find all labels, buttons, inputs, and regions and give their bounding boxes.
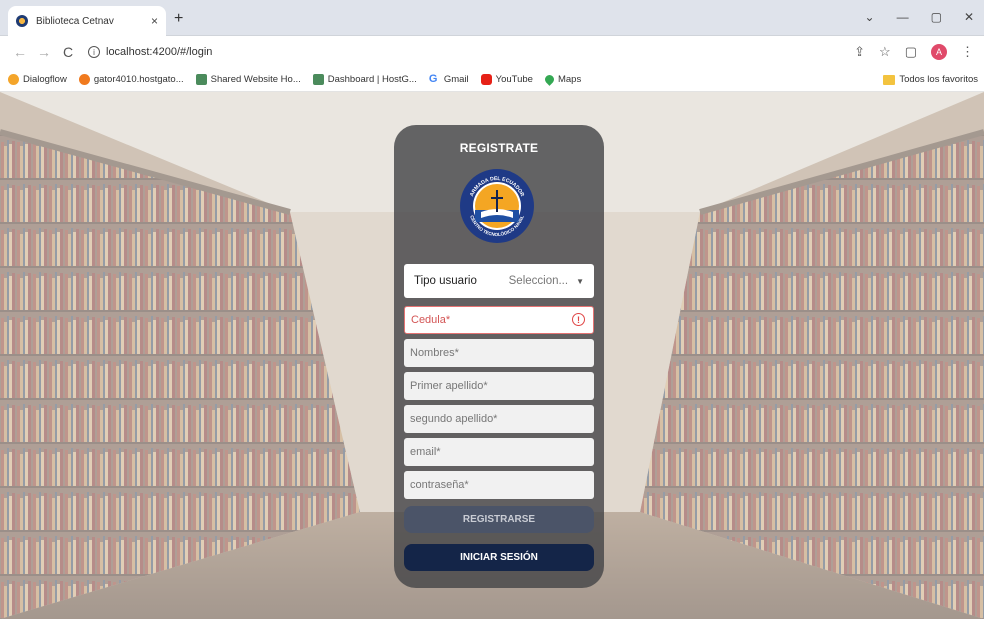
armada-ecuador-logo: ARMADA DEL ECUADOR CENTRO TECNOLÓGICO NA…	[460, 169, 534, 243]
share-icon[interactable]: ⇪	[854, 44, 865, 60]
error-icon: !	[572, 313, 585, 326]
site-info-icon[interactable]: i	[88, 46, 100, 58]
login-button[interactable]: INICIAR SESIÓN	[404, 544, 594, 571]
hostgator-gator-icon	[312, 74, 324, 85]
cedula-placeholder: Cedula*	[411, 314, 451, 326]
tipo-usuario-select[interactable]: Tipo usuario Seleccion... ▼	[404, 264, 594, 298]
register-button[interactable]: REGISTRARSE	[404, 506, 594, 533]
tab-search-icon[interactable]: ⌄	[865, 10, 875, 24]
bookmark-label: Dashboard | HostG...	[327, 74, 417, 85]
tipo-usuario-value: Seleccion...	[508, 275, 569, 287]
nombres-placeholder: Nombres*	[410, 347, 459, 359]
tipo-usuario-label: Tipo usuario	[414, 275, 477, 287]
bookmark-shared-website[interactable]: Shared Website Ho...	[195, 74, 301, 85]
browser-tab[interactable]: Biblioteca Cetnav ×	[8, 6, 166, 36]
dropdown-caret-icon: ▼	[576, 276, 584, 286]
url-input[interactable]: i localhost:4200/#/login	[88, 40, 854, 64]
profile-avatar[interactable]: A	[931, 44, 947, 60]
bookmark-star-icon[interactable]: ☆	[879, 44, 891, 60]
bookmarks-bar: Dialogflow gator4010.hostgato... Shared …	[0, 68, 984, 92]
bookmark-label: Maps	[557, 74, 582, 85]
bookmark-label: Gmail	[443, 74, 469, 85]
minimize-button[interactable]: —	[897, 10, 909, 24]
cedula-field[interactable]: Cedula* !	[404, 306, 594, 334]
primer-apellido-placeholder: Primer apellido*	[410, 380, 488, 392]
browser-tab-bar: Biblioteca Cetnav × + ⌄ — ▢ ✕	[0, 0, 984, 36]
youtube-icon	[480, 74, 492, 85]
register-card: REGISTRATE ARMADA DEL ECUADOR CENTRO TEC…	[394, 125, 604, 588]
folder-icon	[883, 74, 896, 85]
bookmark-dashboard[interactable]: Dashboard | HostG...	[312, 74, 417, 85]
bookmark-label: Shared Website Ho...	[210, 74, 301, 85]
side-panel-icon[interactable]: ▢	[905, 44, 917, 60]
google-g-icon: G	[428, 73, 438, 85]
password-placeholder: contraseña*	[410, 479, 469, 491]
address-bar-row: ← → C i localhost:4200/#/login ⇪ ☆ ▢ A ⋮	[0, 36, 984, 68]
login-page: REGISTRATE ARMADA DEL ECUADOR CENTRO TEC…	[0, 92, 984, 619]
bookmark-hostgator[interactable]: gator4010.hostgato...	[78, 74, 184, 85]
primer-apellido-field[interactable]: Primer apellido*	[404, 372, 594, 400]
forward-button[interactable]: →	[34, 44, 54, 60]
new-tab-button[interactable]: +	[174, 10, 183, 28]
nombres-field[interactable]: Nombres*	[404, 339, 594, 367]
bookmark-label: Dialogflow	[23, 74, 67, 85]
dialogflow-icon	[8, 74, 19, 85]
back-button[interactable]: ←	[10, 44, 30, 60]
tab-close-icon[interactable]: ×	[151, 14, 158, 28]
register-title: REGISTRATE	[459, 141, 539, 155]
bookmark-label: gator4010.hostgato...	[93, 74, 184, 85]
tab-favicon-icon	[16, 15, 28, 27]
reload-button[interactable]: C	[58, 44, 78, 60]
maximize-button[interactable]: ▢	[931, 10, 942, 24]
window-controls: ⌄ — ▢ ✕	[865, 10, 974, 24]
hostgator-icon	[78, 74, 90, 85]
url-text: localhost:4200/#/login	[106, 46, 213, 58]
menu-kebab-icon[interactable]: ⋮	[961, 44, 974, 60]
bookmark-label: YouTube	[495, 74, 533, 85]
all-favorites-label: Todos los favoritos	[899, 74, 978, 85]
tab-title: Biblioteca Cetnav	[36, 15, 114, 27]
bookmark-maps[interactable]: Maps	[543, 73, 582, 86]
email-field[interactable]: email*	[404, 438, 594, 466]
bookmark-youtube[interactable]: YouTube	[480, 74, 533, 85]
password-field[interactable]: contraseña*	[404, 471, 594, 499]
close-window-button[interactable]: ✕	[964, 10, 974, 24]
toolbar-icons: ⇪ ☆ ▢ A ⋮	[854, 44, 974, 60]
email-placeholder: email*	[410, 446, 441, 458]
bookmark-gmail[interactable]: G Gmail	[428, 73, 469, 86]
segundo-apellido-placeholder: segundo apellido*	[410, 413, 498, 425]
maps-pin-icon	[543, 73, 556, 86]
segundo-apellido-field[interactable]: segundo apellido*	[404, 405, 594, 433]
all-favorites-folder[interactable]: Todos los favoritos	[883, 74, 978, 85]
hostgator-gator-icon	[195, 74, 207, 85]
bookmark-dialogflow[interactable]: Dialogflow	[8, 74, 67, 85]
